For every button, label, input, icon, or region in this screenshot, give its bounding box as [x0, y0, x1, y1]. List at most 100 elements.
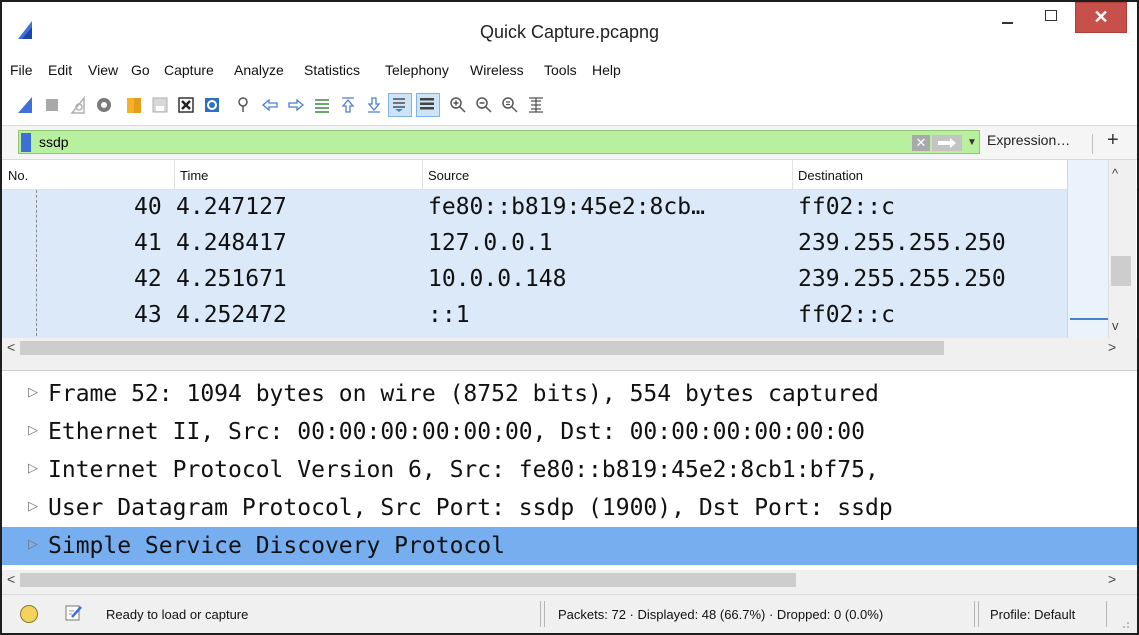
column-header-destination[interactable]: Destination — [798, 168, 863, 183]
packet-list-vertical-scrollbar[interactable]: ^ v — [1067, 160, 1136, 338]
menu-help[interactable]: Help — [592, 62, 621, 78]
menu-capture[interactable]: Capture — [164, 62, 214, 78]
menu-edit[interactable]: Edit — [48, 62, 72, 78]
profile-selector[interactable]: Profile: Default — [990, 607, 1075, 622]
packet-destination: ff02::c — [798, 194, 895, 220]
packet-destination: 239.255.255.250 — [798, 230, 1006, 256]
close-icon: ✕ — [1093, 7, 1109, 27]
zoom-in-icon[interactable] — [448, 95, 468, 115]
scroll-down-arrow-icon[interactable]: v — [1112, 318, 1119, 333]
menu-view[interactable]: View — [88, 62, 118, 78]
packet-details-horizontal-scrollbar[interactable]: < > — [2, 570, 1137, 590]
packet-list-horizontal-scrollbar[interactable]: < > — [2, 338, 1137, 358]
menu-tools[interactable]: Tools — [544, 62, 577, 78]
filter-bookmark-icon[interactable] — [21, 133, 31, 152]
go-forward-icon[interactable] — [286, 95, 306, 115]
packet-row[interactable]: 41 4.248417 127.0.0.1 239.255.255.250 — [2, 226, 1067, 262]
reload-icon[interactable] — [202, 95, 222, 115]
column-divider[interactable] — [422, 160, 423, 190]
expression-button[interactable]: Expression… — [987, 132, 1070, 148]
expand-arrow-icon[interactable]: ▷ — [28, 498, 38, 514]
colorize-icon[interactable] — [416, 93, 440, 117]
detail-text: User Datagram Protocol, Src Port: ssdp (… — [48, 495, 893, 521]
display-filter-box: ✕ ▼ — [18, 130, 980, 154]
scroll-up-arrow-icon[interactable]: ^ — [1112, 166, 1118, 181]
expert-info-icon[interactable] — [20, 605, 38, 623]
pane-splitter[interactable] — [2, 358, 1137, 370]
restart-icon[interactable] — [68, 95, 88, 115]
go-back-icon[interactable] — [260, 95, 280, 115]
scroll-left-arrow-icon[interactable]: < — [7, 571, 15, 587]
scroll-right-arrow-icon[interactable]: > — [1108, 339, 1116, 355]
menu-analyze[interactable]: Analyze — [234, 62, 284, 78]
go-to-packet-icon[interactable] — [312, 95, 332, 115]
resize-columns-icon[interactable] — [526, 95, 546, 115]
display-filter-input[interactable] — [39, 133, 899, 151]
detail-row-udp[interactable]: ▷ User Datagram Protocol, Src Port: ssdp… — [2, 489, 1137, 527]
scrollbar-thumb[interactable] — [1111, 256, 1131, 286]
detail-text: Internet Protocol Version 6, Src: fe80::… — [48, 457, 879, 483]
column-header-time[interactable]: Time — [180, 168, 208, 183]
capture-comment-icon[interactable] — [64, 603, 84, 623]
scrollbar-thumb[interactable] — [20, 573, 796, 587]
detail-row-ethernet[interactable]: ▷ Ethernet II, Src: 00:00:00:00:00:00, D… — [2, 413, 1137, 451]
expand-arrow-icon[interactable]: ▷ — [28, 536, 38, 552]
resize-grip-icon[interactable] — [1120, 619, 1130, 629]
capture-options-icon[interactable] — [94, 95, 114, 115]
filter-history-dropdown-icon[interactable]: ▼ — [965, 135, 979, 151]
packet-time: 4.252472 — [176, 302, 287, 328]
detail-row-ipv6[interactable]: ▷ Internet Protocol Version 6, Src: fe80… — [2, 451, 1137, 489]
detail-row-ssdp[interactable]: ▷ Simple Service Discovery Protocol — [2, 527, 1137, 565]
packet-number: 40 — [134, 194, 162, 220]
packet-time: 4.247127 — [176, 194, 287, 220]
column-divider[interactable] — [174, 160, 175, 190]
expand-arrow-icon[interactable]: ▷ — [28, 384, 38, 400]
zoom-out-icon[interactable] — [474, 95, 494, 115]
packet-row[interactable]: 43 4.252472 ::1 ff02::c — [2, 298, 1067, 338]
apply-filter-icon[interactable] — [932, 135, 962, 151]
scroll-right-arrow-icon[interactable]: > — [1108, 571, 1116, 587]
maximize-button[interactable] — [1032, 2, 1070, 36]
scroll-left-arrow-icon[interactable]: < — [7, 339, 15, 355]
menu-file[interactable]: File — [10, 62, 33, 78]
packet-number: 41 — [134, 230, 162, 256]
detail-text: Simple Service Discovery Protocol — [48, 533, 505, 559]
save-file-icon[interactable] — [150, 95, 170, 115]
packet-source: fe80::b819:45e2:8cb… — [428, 194, 705, 220]
maximize-icon — [1045, 10, 1057, 21]
go-last-icon[interactable] — [364, 95, 384, 115]
open-file-icon[interactable] — [124, 95, 144, 115]
detail-row-frame[interactable]: ▷ Frame 52: 1094 bytes on wire (8752 bit… — [2, 375, 1137, 413]
find-packet-icon[interactable] — [234, 95, 254, 115]
menu-statistics[interactable]: Statistics — [304, 62, 360, 78]
close-button[interactable]: ✕ — [1075, 2, 1127, 33]
title-bar[interactable]: Quick Capture.pcapng ✕ — [2, 2, 1137, 56]
expand-arrow-icon[interactable]: ▷ — [28, 460, 38, 476]
go-first-icon[interactable] — [338, 95, 358, 115]
status-divider — [544, 601, 545, 627]
menu-wireless[interactable]: Wireless — [470, 62, 524, 78]
packet-row[interactable]: 42 4.251671 10.0.0.148 239.255.255.250 — [2, 262, 1067, 298]
packet-row[interactable]: 40 4.247127 fe80::b819:45e2:8cb… ff02::c — [2, 190, 1067, 226]
menu-go[interactable]: Go — [131, 62, 150, 78]
clear-filter-icon[interactable]: ✕ — [912, 135, 930, 151]
stop-icon[interactable] — [42, 95, 62, 115]
packet-list-header: No. Time Source Destination — [2, 160, 1137, 190]
close-file-icon[interactable] — [176, 95, 196, 115]
status-divider — [978, 601, 979, 627]
menu-telephony[interactable]: Telephony — [385, 62, 449, 78]
expand-arrow-icon[interactable]: ▷ — [28, 422, 38, 438]
zoom-normal-icon[interactable] — [500, 95, 520, 115]
add-filter-button[interactable]: + — [1107, 129, 1119, 152]
scrollbar-thumb[interactable] — [20, 341, 944, 355]
column-header-source[interactable]: Source — [428, 168, 469, 183]
column-header-no[interactable]: No. — [8, 168, 28, 183]
autoscroll-icon[interactable] — [388, 93, 412, 117]
shark-fin-start-icon[interactable] — [16, 95, 36, 115]
status-divider — [974, 601, 975, 627]
column-divider[interactable] — [792, 160, 793, 190]
packet-source: 127.0.0.1 — [428, 230, 553, 256]
scrollbar-track[interactable] — [1108, 160, 1136, 338]
packet-destination: ff02::c — [798, 302, 895, 328]
minimize-button[interactable] — [988, 2, 1026, 36]
